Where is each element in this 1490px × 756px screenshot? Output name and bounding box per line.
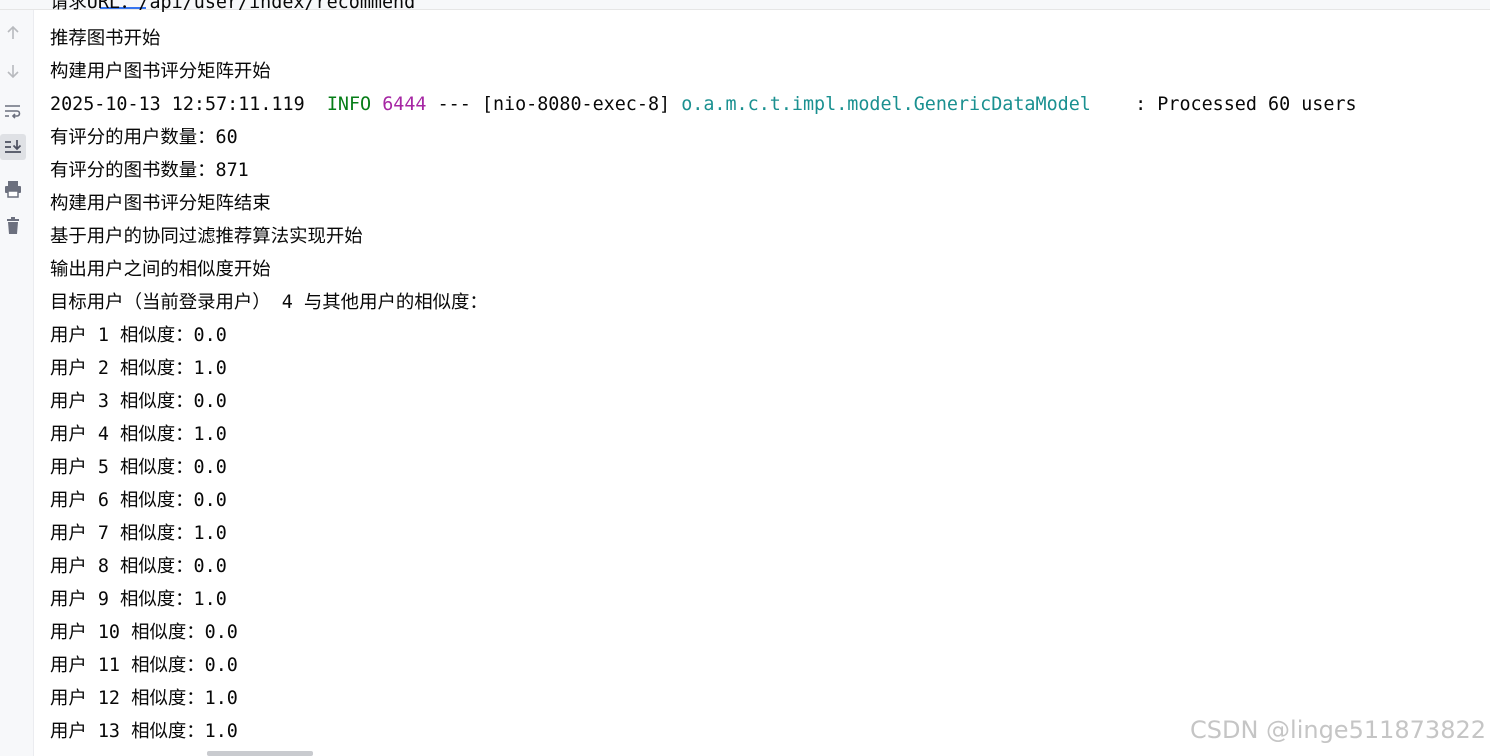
console-line: 构建用户图书评分矩阵开始 bbox=[50, 61, 271, 82]
console-toolbar bbox=[0, 10, 34, 756]
console-line: 用户 9 相似度：1.0 bbox=[50, 589, 227, 610]
console-line: 用户 6 相似度：0.0 bbox=[50, 490, 227, 511]
watermark: CSDN @linge511873822 bbox=[1189, 716, 1486, 744]
console-output[interactable]: 请求URL：/api/user/index/recommend 推荐图书开始 构… bbox=[50, 0, 1490, 756]
soft-wrap-icon[interactable] bbox=[0, 98, 26, 124]
console-line: 用户 8 相似度：0.0 bbox=[50, 556, 227, 577]
log-thread: [nio-8080-exec-8] bbox=[481, 94, 671, 115]
arrow-down-icon[interactable] bbox=[0, 58, 26, 84]
log-separator: --- bbox=[437, 94, 471, 115]
console-line: 用户 12 相似度：1.0 bbox=[50, 688, 238, 709]
scroll-to-end-icon[interactable] bbox=[0, 134, 26, 160]
console-line: 目标用户（当前登录用户） 4 与其他用户的相似度： bbox=[50, 292, 488, 313]
console-line: 用户 5 相似度：0.0 bbox=[50, 457, 227, 478]
log-level: INFO bbox=[326, 94, 372, 115]
console-line: 用户 2 相似度：1.0 bbox=[50, 358, 227, 379]
console-line: 用户 13 相似度：1.0 bbox=[50, 721, 238, 742]
console-line: 有评分的用户数量：60 bbox=[50, 127, 238, 148]
console-line: 用户 7 相似度：1.0 bbox=[50, 523, 227, 544]
console-line: 用户 10 相似度：0.0 bbox=[50, 622, 238, 643]
console-line: 用户 3 相似度：0.0 bbox=[50, 391, 227, 412]
console-line: 有评分的图书数量：871 bbox=[50, 160, 249, 181]
horizontal-scrollbar[interactable] bbox=[207, 751, 313, 756]
console-line: 构建用户图书评分矩阵结束 bbox=[50, 193, 271, 214]
log-logger-link[interactable]: o.a.m.c.t.impl.model.GenericDataModel bbox=[681, 94, 1091, 115]
log-timestamp: 2025-10-13 12:57:11.119 bbox=[50, 94, 305, 115]
console-line: 用户 4 相似度：1.0 bbox=[50, 424, 227, 445]
print-icon[interactable] bbox=[0, 176, 26, 202]
log-message: : Processed 60 users bbox=[1135, 94, 1357, 115]
console-line: 用户 1 相似度：0.0 bbox=[50, 325, 227, 346]
console-line: 请求URL：/api/user/index/recommend bbox=[50, 0, 416, 13]
console-line: 输出用户之间的相似度开始 bbox=[50, 259, 271, 280]
console-line: 基于用户的协同过滤推荐算法实现开始 bbox=[50, 226, 363, 247]
console-line: 用户 11 相似度：0.0 bbox=[50, 655, 238, 676]
trash-icon[interactable] bbox=[0, 213, 26, 239]
console-line: 推荐图书开始 bbox=[50, 28, 161, 49]
log-pid: 6444 bbox=[382, 94, 427, 115]
arrow-up-icon[interactable] bbox=[0, 20, 26, 46]
console-window: 请求URL：/api/user/index/recommend 推荐图书开始 构… bbox=[0, 0, 1490, 756]
log-line: 2025-10-13 12:57:11.119 INFO 6444 --- [n… bbox=[50, 88, 1357, 121]
